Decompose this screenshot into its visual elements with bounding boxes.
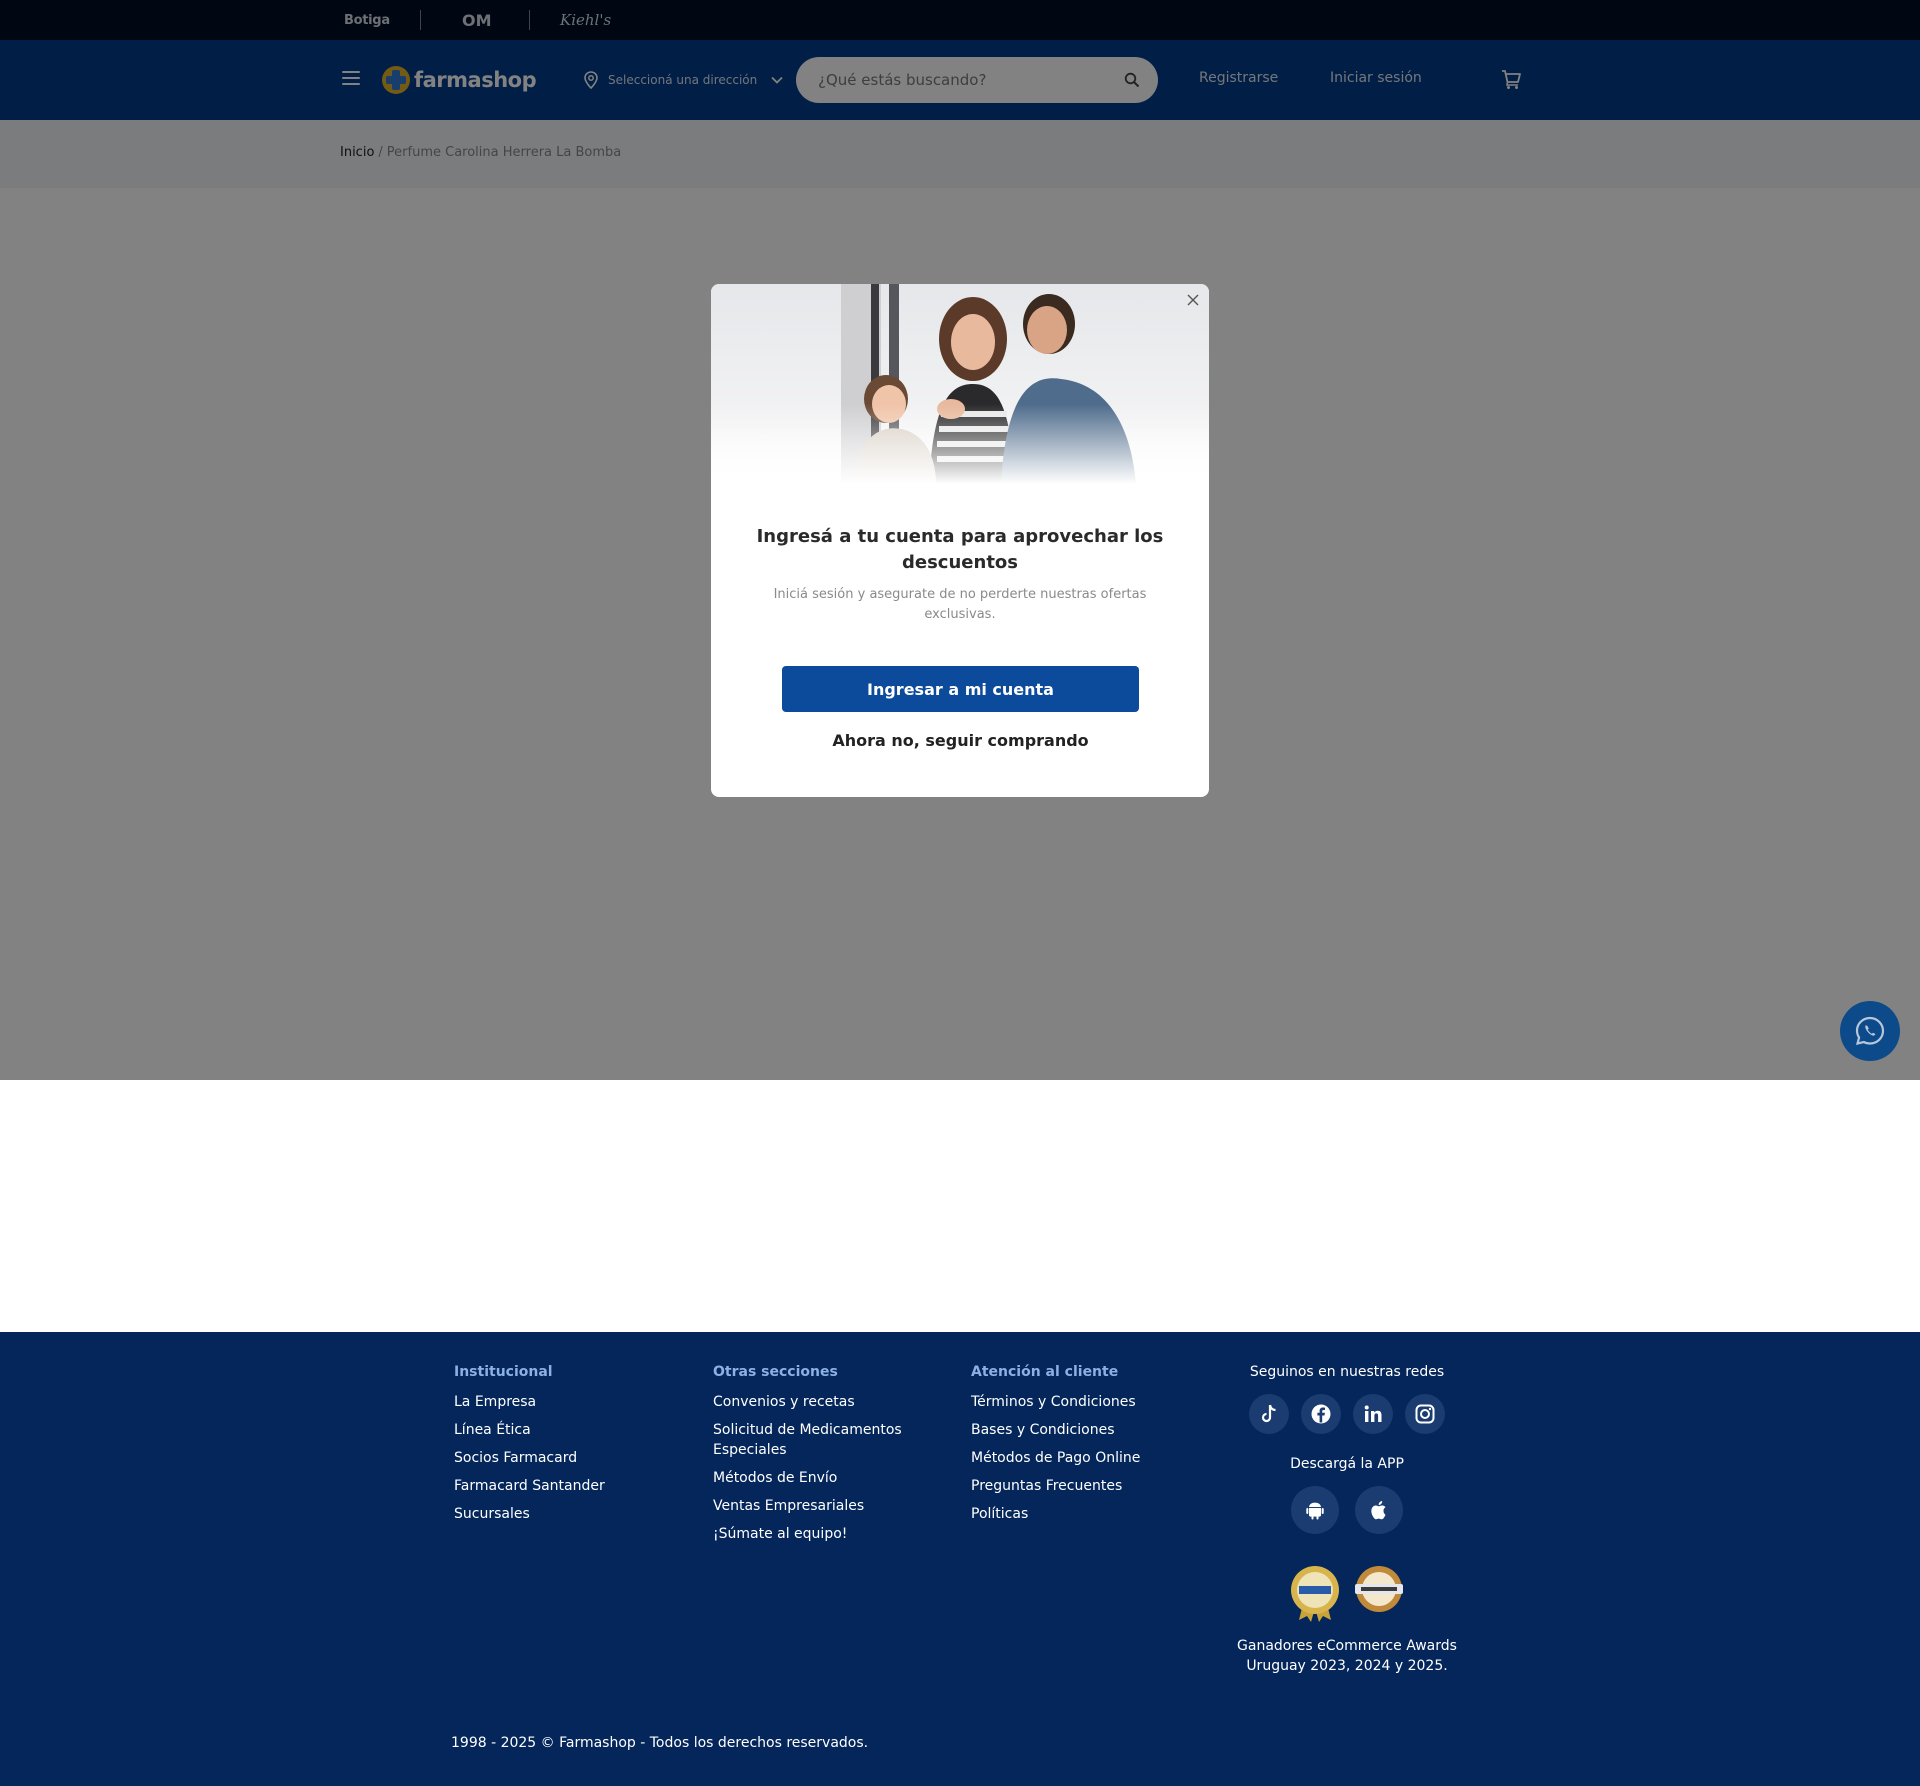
app-title: Descargá la APP	[1290, 1456, 1404, 1472]
app-download-links	[1230, 1486, 1464, 1534]
footer-link[interactable]: La Empresa	[454, 1392, 605, 1412]
site-footer: Institucional La Empresa Línea Ética Soc…	[0, 1332, 1920, 1786]
apple-icon[interactable]	[1355, 1486, 1403, 1534]
footer-link[interactable]: Ventas Empresariales	[713, 1496, 913, 1516]
android-icon[interactable]	[1291, 1486, 1339, 1534]
footer-link[interactable]: Farmacard Santander	[454, 1476, 605, 1496]
footer-link[interactable]: ¡Súmate al equipo!	[713, 1524, 913, 1544]
tiktok-icon[interactable]	[1249, 1394, 1289, 1434]
facebook-icon[interactable]	[1301, 1394, 1341, 1434]
footer-link[interactable]: Bases y Condiciones	[971, 1420, 1140, 1440]
family-photo	[711, 284, 1209, 484]
footer-link[interactable]: Políticas	[971, 1504, 1140, 1524]
footer-column-otras-secciones: Otras secciones Convenios y recetas Soli…	[713, 1364, 913, 1552]
login-promo-modal: Ingresá a tu cuenta para aprovechar los …	[711, 284, 1209, 797]
instagram-icon[interactable]	[1405, 1394, 1445, 1434]
footer-column-title: Atención al cliente	[971, 1364, 1119, 1380]
footer-column-atencion-cliente: Atención al cliente Términos y Condicion…	[971, 1364, 1140, 1532]
modal-subtitle: Iniciá sesión y asegurate de no perderte…	[773, 587, 1147, 622]
award-badges	[1230, 1564, 1464, 1622]
social-title: Seguinos en nuestras redes	[1249, 1364, 1445, 1380]
footer-column-title: Otras secciones	[713, 1364, 838, 1380]
whatsapp-icon	[1855, 1016, 1885, 1045]
footer-link[interactable]: Socios Farmacard	[454, 1448, 605, 1468]
footer-column-institucional: Institucional La Empresa Línea Ética Soc…	[454, 1364, 605, 1532]
footer-social-section: Seguinos en nuestras redes Descargá la A…	[1230, 1364, 1464, 1676]
footer-link[interactable]: Métodos de Pago Online	[971, 1448, 1140, 1468]
social-links	[1230, 1394, 1464, 1434]
footer-link[interactable]: Términos y Condiciones	[971, 1392, 1140, 1412]
awards-text: Ganadores eCommerce Awards Uruguay 2023,…	[1237, 1638, 1457, 1674]
modal-title: Ingresá a tu cuenta para aprovechar los …	[756, 526, 1164, 573]
family-illustration	[711, 284, 1209, 484]
footer-link[interactable]: Línea Ética	[454, 1420, 605, 1440]
login-account-button[interactable]: Ingresar a mi cuenta	[782, 666, 1139, 712]
continue-shopping-button[interactable]: Ahora no, seguir comprando	[782, 726, 1139, 754]
footer-link[interactable]: Solicitud de Medicamentos Especiales	[713, 1420, 913, 1460]
close-icon[interactable]	[1181, 288, 1205, 312]
award-badge-icon	[1291, 1566, 1339, 1622]
footer-column-title: Institucional	[454, 1364, 553, 1380]
footer-link[interactable]: Sucursales	[454, 1504, 605, 1524]
footer-link[interactable]: Preguntas Frecuentes	[971, 1476, 1140, 1496]
footer-link[interactable]: Convenios y recetas	[713, 1392, 913, 1412]
copyright-text: 1998 - 2025 © Farmashop - Todos los dere…	[451, 1735, 869, 1751]
whatsapp-button[interactable]	[1840, 1001, 1900, 1061]
footer-link[interactable]: Métodos de Envío	[713, 1468, 913, 1488]
award-badge-icon	[1355, 1566, 1403, 1612]
linkedin-icon[interactable]	[1353, 1394, 1393, 1434]
